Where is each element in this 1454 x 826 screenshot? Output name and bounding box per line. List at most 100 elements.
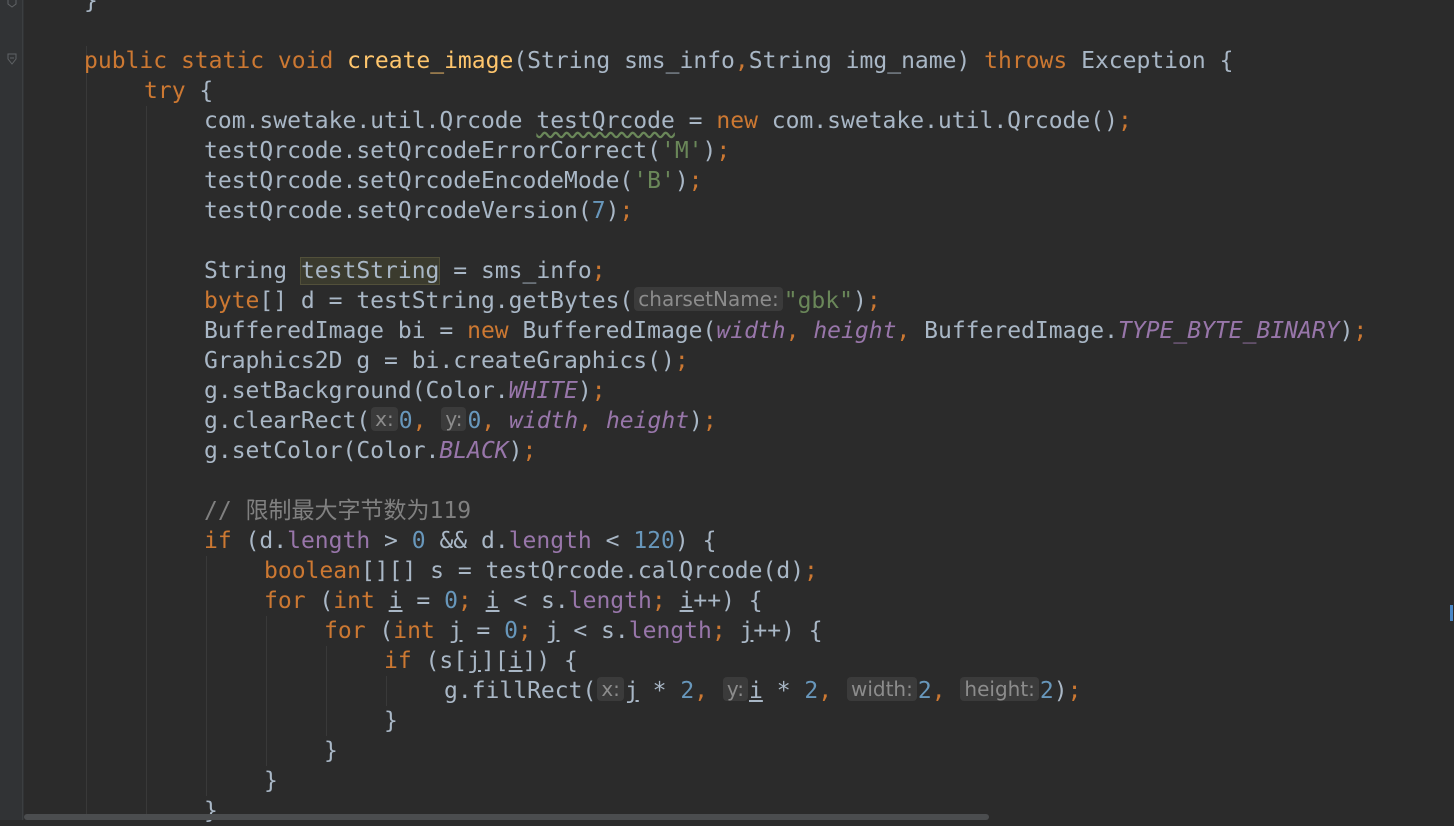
keyword-new: new bbox=[716, 108, 758, 134]
error-stripe-marker[interactable] bbox=[1450, 605, 1453, 621]
code-text: = bbox=[674, 108, 717, 134]
semicolon: ; bbox=[1117, 108, 1132, 134]
code-text: && d. bbox=[425, 528, 509, 554]
code-text: < bbox=[591, 528, 634, 554]
field-length: length bbox=[628, 618, 712, 644]
constant-black: BLACK bbox=[439, 438, 509, 464]
fold-end-icon[interactable] bbox=[6, 0, 18, 8]
code-text: < s. bbox=[499, 588, 569, 614]
params: String img_name) bbox=[748, 48, 985, 74]
number-literal: 0 bbox=[398, 408, 413, 434]
parameter-hint: charsetName: bbox=[634, 287, 783, 311]
keyword-try: try bbox=[144, 78, 186, 104]
field-height: height bbox=[605, 408, 690, 434]
code-text: (d. bbox=[231, 528, 288, 554]
field-width: width bbox=[509, 408, 579, 434]
code-text: ) bbox=[605, 198, 620, 224]
fold-start-icon[interactable] bbox=[6, 53, 18, 65]
semicolon: ; bbox=[688, 168, 703, 194]
code-line-version: testQrcode.setQrcodeVersion(7); bbox=[204, 196, 633, 226]
variable-teststring-highlighted: testString bbox=[300, 258, 440, 284]
semicolon: ; bbox=[651, 588, 666, 614]
code-line-if-length: if (d.length > 0 && d.length < 120) { bbox=[204, 526, 716, 556]
code-text: com.swetake.util.Qrcode bbox=[204, 108, 537, 134]
comma: , bbox=[412, 408, 441, 434]
brace: { bbox=[185, 78, 214, 104]
parameter-hint: width: bbox=[846, 677, 917, 701]
code-text: String bbox=[204, 258, 301, 284]
code-line-for-i: for (int i = 0; i < s.length; i++) { bbox=[264, 586, 763, 616]
code-line-close: } bbox=[324, 736, 338, 766]
keyword-for: for bbox=[264, 588, 306, 614]
code-line-0: } bbox=[84, 0, 98, 16]
indent-guide bbox=[386, 676, 387, 706]
comma: , bbox=[785, 318, 814, 344]
parameter-hint: height: bbox=[960, 677, 1039, 701]
string-literal: "gbk" bbox=[783, 288, 853, 314]
code-line-close: } bbox=[264, 766, 278, 796]
field-width: width bbox=[716, 318, 786, 344]
code-text: testQrcode.setQrcodeVersion( bbox=[204, 198, 592, 224]
code-line-fillrect: g.fillRect(x: j * 2, y: i * 2, width: 2, he… bbox=[444, 676, 1081, 706]
code-line-clearrect: g.clearRect(x: 0, y: 0, width, height); bbox=[204, 406, 717, 436]
horizontal-scrollbar[interactable] bbox=[24, 814, 989, 820]
keyword-if: if bbox=[384, 648, 412, 674]
code-text: g.setColor(Color. bbox=[204, 438, 440, 464]
code-text: = bbox=[462, 618, 505, 644]
brace: } bbox=[384, 708, 398, 734]
semicolon: ; bbox=[866, 288, 881, 314]
code-text: [] d = testString.getBytes( bbox=[259, 288, 634, 314]
code-text: ) bbox=[577, 378, 592, 404]
parameter-hint: y: bbox=[441, 407, 467, 431]
code-line-method-signature: public static void create_image(String s… bbox=[84, 46, 1233, 76]
comma: , bbox=[694, 678, 722, 704]
semicolon: ; bbox=[591, 258, 606, 284]
comma: , bbox=[896, 318, 925, 344]
code-text: com.swetake.util.Qrcode() bbox=[757, 108, 1118, 134]
keyword-int: int bbox=[393, 618, 435, 644]
keyword-int: int bbox=[333, 588, 375, 614]
comment: // 限制最大字节数为119 bbox=[204, 498, 472, 524]
semicolon: ; bbox=[702, 408, 717, 434]
code-editor[interactable]: } public static void create_image(String… bbox=[24, 0, 1454, 824]
code-text: testQrcode.setQrcodeEncodeMode( bbox=[204, 168, 634, 194]
string-literal: 'M' bbox=[660, 138, 703, 164]
constant-white: WHITE bbox=[508, 378, 578, 404]
code-text: * bbox=[638, 678, 681, 704]
variable-j: j bbox=[739, 618, 754, 644]
variable-i: i bbox=[508, 648, 523, 674]
brace: } bbox=[264, 768, 278, 794]
code-line-comment: // 限制最大字节数为119 bbox=[204, 496, 471, 526]
code-line-calqrcode: boolean[][] s = testQrcode.calQrcode(d); bbox=[264, 556, 818, 586]
parameter-hint: x: bbox=[597, 677, 624, 701]
keyword-byte: byte bbox=[204, 288, 260, 314]
semicolon: ; bbox=[674, 348, 689, 374]
code-line-encode-mode: testQrcode.setQrcodeEncodeMode('B'); bbox=[204, 166, 703, 196]
number-literal: 120 bbox=[633, 528, 675, 554]
variable-testqrcode: testQrcode bbox=[536, 108, 675, 134]
code-line-teststring: String testString = sms_info; bbox=[204, 256, 606, 286]
comma: , bbox=[931, 678, 960, 704]
code-text: BufferedImage. bbox=[924, 318, 1118, 344]
variable-i: i bbox=[388, 588, 403, 614]
number-literal: 0 bbox=[411, 528, 426, 554]
code-line-try: try { bbox=[144, 76, 213, 106]
code-text: ]) { bbox=[522, 648, 578, 674]
semicolon: ; bbox=[711, 618, 726, 644]
comma: , bbox=[818, 678, 846, 704]
indent-guide bbox=[86, 46, 87, 820]
code-text: ) { bbox=[674, 528, 717, 554]
number-literal: 2 bbox=[917, 678, 932, 704]
keyword-void: void bbox=[277, 48, 334, 74]
indent-guide bbox=[326, 646, 327, 736]
variable-i: i bbox=[679, 588, 694, 614]
keyword-if: if bbox=[204, 528, 232, 554]
keyword-public: public bbox=[84, 48, 168, 74]
parameter-hint: x: bbox=[371, 407, 398, 431]
semicolon: ; bbox=[619, 198, 634, 224]
semicolon: ; bbox=[522, 438, 537, 464]
code-text: ) bbox=[702, 138, 717, 164]
